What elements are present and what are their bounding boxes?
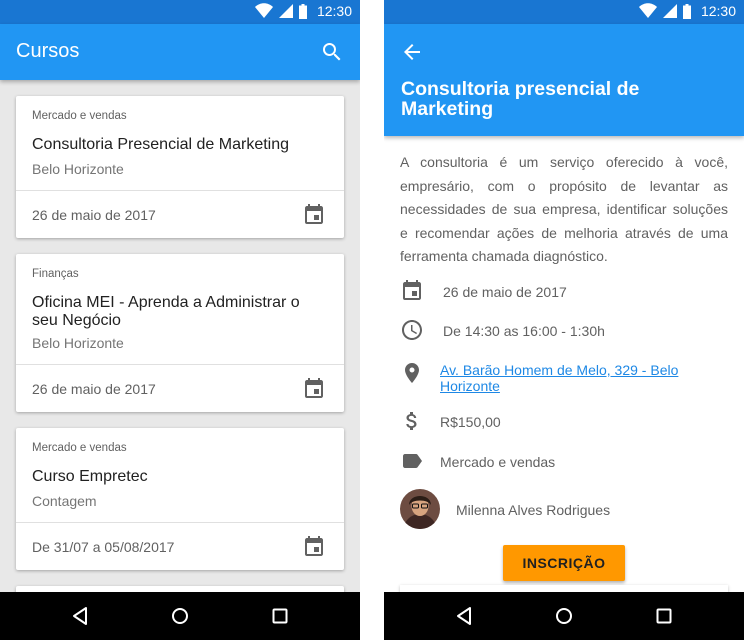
detail-content: A consultoria é um serviço oferecido à v… <box>384 136 744 592</box>
course-card-footer: 26 de maio de 2017 <box>16 364 344 412</box>
course-card-footer: De 31/07 a 05/08/2017 <box>16 522 344 570</box>
clock-icon <box>402 320 422 340</box>
course-title: Consultoria Presencial de Marketing <box>32 136 290 153</box>
course-date: 26 de maio de 2017 <box>32 207 156 223</box>
detail-address-link[interactable]: Av. Barão Homem de Melo, 329 - Belo Hori… <box>440 362 690 394</box>
course-date: De 31/07 a 05/08/2017 <box>32 539 175 555</box>
course-list-screen: 12:30 Cursos Mercado e vendas Consultori… <box>0 0 360 640</box>
wifi-icon <box>254 3 273 18</box>
course-category: Finanças <box>32 268 79 280</box>
signal-icon <box>278 4 293 18</box>
detail-price: R$150,00 <box>440 414 501 430</box>
course-category: Mercado e vendas <box>32 442 127 454</box>
calendar-icon[interactable] <box>302 535 326 559</box>
recents-nav-icon[interactable] <box>652 604 676 628</box>
back-nav-icon[interactable] <box>68 604 92 628</box>
course-city: Belo Horizonte <box>32 335 124 351</box>
status-time: 12:30 <box>700 3 736 19</box>
calendar-icon[interactable] <box>302 377 326 401</box>
course-category: Mercado e vendas <box>32 110 127 122</box>
label-tag-icon <box>403 454 422 468</box>
back-nav-icon[interactable] <box>452 604 476 628</box>
course-title: Oficina MEI - Aprenda a Administrar o se… <box>32 294 300 329</box>
calendar-icon[interactable] <box>302 203 326 227</box>
status-bar: 12:30 <box>384 0 744 24</box>
recents-nav-icon[interactable] <box>268 604 292 628</box>
course-date: 26 de maio de 2017 <box>32 381 156 397</box>
course-city: Belo Horizonte <box>32 161 124 177</box>
course-card[interactable]: Mercado e vendas Curso Empretec Contagem… <box>16 428 344 570</box>
detail-app-bar: Consultoria presencial de Marketing <box>384 24 744 136</box>
battery-icon <box>682 3 691 19</box>
instructor-avatar <box>400 489 440 529</box>
home-nav-icon[interactable] <box>168 604 192 628</box>
course-detail-screen: 12:30 Consultoria presencial de Marketin… <box>384 0 744 640</box>
calendar-icon <box>403 280 421 300</box>
navigation-bar <box>384 592 744 640</box>
course-list: Mercado e vendas Consultoria Presencial … <box>0 80 360 592</box>
home-nav-icon[interactable] <box>552 604 576 628</box>
signal-icon <box>662 4 677 18</box>
course-card-footer: 26 de maio de 2017 <box>16 190 344 238</box>
app-bar: Cursos <box>0 24 360 80</box>
dollar-icon <box>406 412 417 430</box>
battery-icon <box>298 3 307 19</box>
detail-time: De 14:30 as 16:00 - 1:30h <box>443 323 605 339</box>
search-icon[interactable] <box>320 40 344 64</box>
inscricao-button[interactable]: INSCRIÇÃO <box>503 545 625 581</box>
detail-title: Consultoria presencial de Marketing <box>401 78 640 120</box>
course-city: Contagem <box>32 493 97 509</box>
instructor-name: Milenna Alves Rodrigues <box>456 502 611 518</box>
course-card[interactable]: Finanças Oficina MEI - Aprenda a Adminis… <box>16 254 344 412</box>
wifi-icon <box>638 3 657 18</box>
status-bar: 12:30 <box>0 0 360 24</box>
status-time: 12:30 <box>316 3 352 19</box>
detail-category: Mercado e vendas <box>440 454 556 470</box>
course-title: Curso Empretec <box>32 468 148 485</box>
arrow-back-icon[interactable] <box>400 40 424 64</box>
next-section-card <box>400 585 728 592</box>
course-description: A consultoria é um serviço oferecido à v… <box>400 154 728 264</box>
location-pin-icon <box>405 363 419 383</box>
navigation-bar <box>0 592 360 640</box>
app-title: Cursos <box>16 40 80 62</box>
detail-date: 26 de maio de 2017 <box>443 284 567 300</box>
course-card[interactable]: Mercado e vendas Consultoria Presencial … <box>16 96 344 238</box>
